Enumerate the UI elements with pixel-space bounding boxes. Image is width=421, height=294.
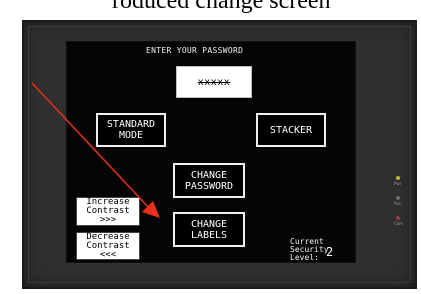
increase-contrast-button[interactable]: Increase Contrast >>> bbox=[76, 197, 140, 226]
document-caption: roduced change screen bbox=[112, 0, 331, 14]
password-prompt: ENTER YOUR PASSWORD bbox=[146, 46, 244, 55]
change-labels-button[interactable]: CHANGE LABELS bbox=[173, 212, 245, 247]
change-password-button[interactable]: CHANGE PASSWORD bbox=[173, 163, 245, 198]
decrease-contrast-button[interactable]: Decrease Contrast <<< bbox=[76, 232, 140, 260]
password-input[interactable]: xxxxx bbox=[176, 66, 252, 98]
power-led-label: Pwr bbox=[394, 181, 402, 186]
power-led-icon bbox=[396, 176, 400, 180]
security-level-label: Current Security Level: bbox=[290, 237, 329, 262]
com-led-label: Com bbox=[394, 221, 404, 226]
run-led-icon bbox=[396, 196, 400, 200]
standard-mode-button[interactable]: STANDARD MODE bbox=[96, 113, 166, 147]
com-led-icon bbox=[396, 216, 400, 220]
stacker-button[interactable]: STACKER bbox=[256, 113, 326, 147]
run-led-label: Run bbox=[394, 201, 402, 206]
security-level-value: 2 bbox=[326, 245, 334, 259]
